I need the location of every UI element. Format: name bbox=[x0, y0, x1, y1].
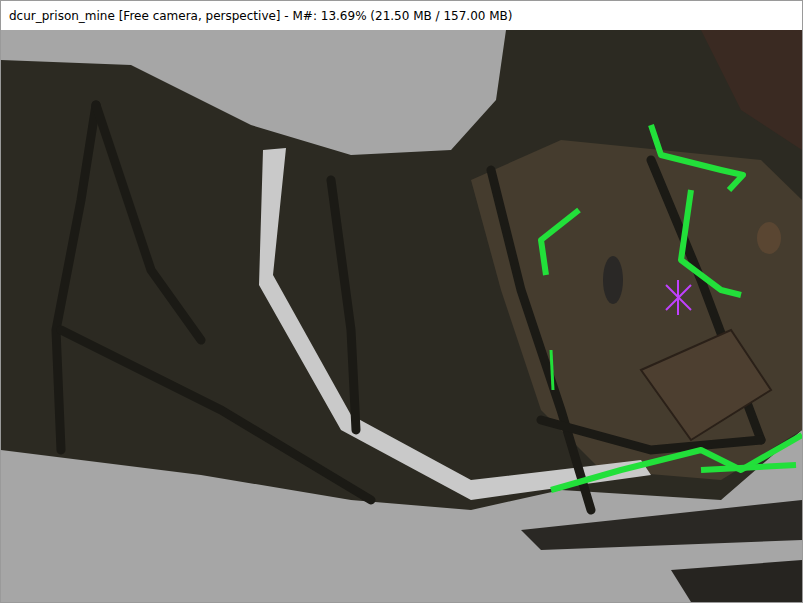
scene-render-icon bbox=[1, 30, 802, 602]
3d-viewport[interactable] bbox=[1, 30, 802, 602]
editor-window: dcur_prison_mine [Free camera, perspecti… bbox=[0, 0, 803, 603]
window-title: dcur_prison_mine [Free camera, perspecti… bbox=[1, 1, 802, 30]
